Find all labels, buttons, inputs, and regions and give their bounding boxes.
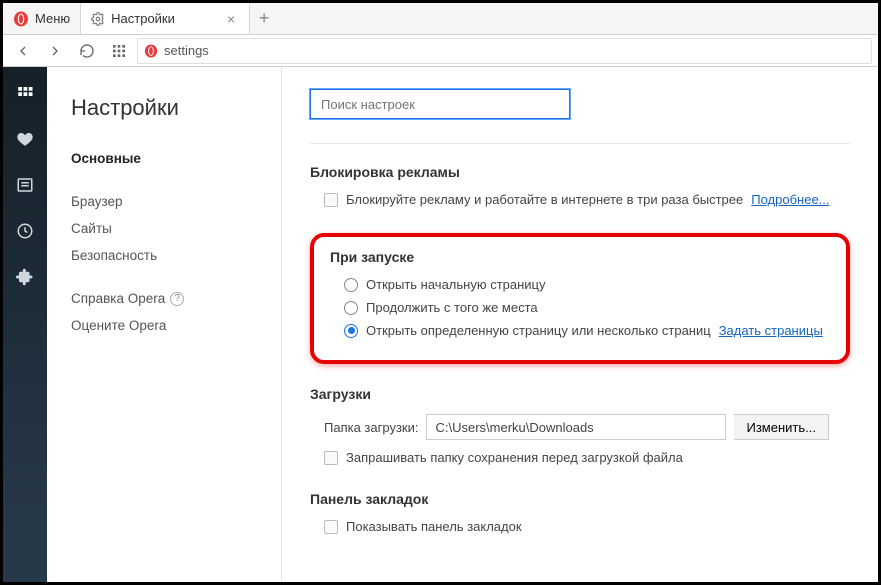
- group-downloads: Загрузки Папка загрузки: Изменить... Зап…: [310, 386, 850, 465]
- page-title: Настройки: [71, 95, 257, 121]
- rail-extensions-icon[interactable]: [9, 265, 41, 289]
- new-tab-button[interactable]: +: [250, 8, 278, 29]
- downloads-ask-checkbox[interactable]: [324, 451, 338, 465]
- bookmarks-bar-checkbox[interactable]: [324, 520, 338, 534]
- adblock-more-link[interactable]: Подробнее...: [751, 192, 829, 207]
- forward-button[interactable]: [41, 37, 69, 65]
- downloads-ask-label: Запрашивать папку сохранения перед загру…: [346, 450, 683, 465]
- close-tab-icon[interactable]: ×: [223, 11, 239, 27]
- tab-strip: Меню Настройки × +: [3, 3, 878, 35]
- nav-item-help[interactable]: Справка Opera ?: [71, 291, 257, 306]
- toolbar: [3, 35, 878, 67]
- search-settings-input[interactable]: [310, 89, 570, 119]
- startup-set-pages-link[interactable]: Задать страницы: [719, 323, 823, 338]
- address-input[interactable]: [164, 43, 865, 58]
- group-adblock: Блокировка рекламы Блокируйте рекламу и …: [310, 164, 850, 207]
- rail-speeddial-icon[interactable]: [9, 81, 41, 105]
- startup-radio-continue[interactable]: [344, 301, 358, 315]
- startup-opt3-label: Открыть определенную страницу или нескол…: [366, 323, 711, 338]
- startup-heading: При запуске: [330, 249, 830, 265]
- bookmarks-bar-label: Показывать панель закладок: [346, 519, 522, 534]
- downloads-label: Папка загрузки:: [324, 420, 418, 435]
- nav-item-rate[interactable]: Оцените Opera: [71, 318, 257, 333]
- speed-dial-button[interactable]: [105, 37, 133, 65]
- downloads-heading: Загрузки: [310, 386, 850, 402]
- reload-button[interactable]: [73, 37, 101, 65]
- gear-icon: [91, 12, 105, 26]
- opera-logo-icon: [13, 11, 29, 27]
- bookmarks-bar-heading: Панель закладок: [310, 491, 850, 507]
- nav-item-main[interactable]: Основные: [71, 151, 257, 166]
- nav-item-browser[interactable]: Браузер: [71, 194, 257, 209]
- rail-news-icon[interactable]: [9, 173, 41, 197]
- startup-radio-start-page[interactable]: [344, 278, 358, 292]
- divider: [310, 143, 850, 144]
- downloads-path-input[interactable]: [426, 414, 726, 440]
- tab-settings[interactable]: Настройки ×: [80, 3, 250, 34]
- back-button[interactable]: [9, 37, 37, 65]
- opera-mini-icon: [144, 44, 158, 58]
- nav-item-security[interactable]: Безопасность: [71, 248, 257, 263]
- menu-button[interactable]: Меню: [3, 3, 80, 34]
- startup-radio-specific[interactable]: [344, 324, 358, 338]
- rail-history-icon[interactable]: [9, 219, 41, 243]
- address-bar[interactable]: [137, 38, 872, 64]
- adblock-checkbox[interactable]: [324, 193, 338, 207]
- settings-content: Блокировка рекламы Блокируйте рекламу и …: [282, 67, 878, 582]
- adblock-label: Блокируйте рекламу и работайте в интерне…: [346, 192, 743, 207]
- tab-title: Настройки: [111, 11, 175, 26]
- group-startup: При запуске Открыть начальную страницу П…: [310, 233, 850, 364]
- menu-label: Меню: [35, 11, 70, 26]
- nav-item-sites[interactable]: Сайты: [71, 221, 257, 236]
- adblock-heading: Блокировка рекламы: [310, 164, 850, 180]
- startup-opt2-label: Продолжить с того же места: [366, 300, 538, 315]
- downloads-change-button[interactable]: Изменить...: [734, 414, 828, 440]
- help-badge-icon: ?: [170, 292, 184, 306]
- startup-opt1-label: Открыть начальную страницу: [366, 277, 546, 292]
- settings-nav: Настройки Основные Браузер Сайты Безопас…: [47, 67, 282, 582]
- sidebar-rail: [3, 67, 47, 582]
- rail-bookmarks-icon[interactable]: [9, 127, 41, 151]
- group-bookmarks-bar: Панель закладок Показывать панель заклад…: [310, 491, 850, 534]
